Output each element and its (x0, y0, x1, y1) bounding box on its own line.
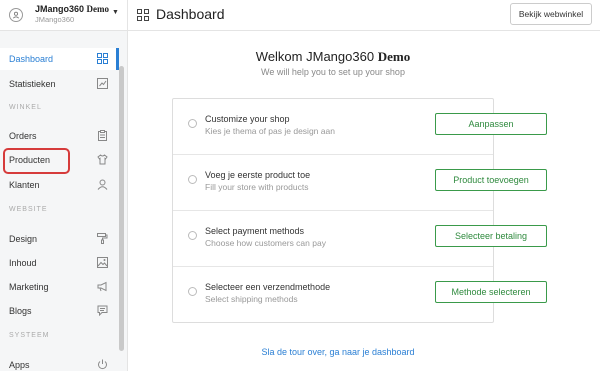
add-product-button[interactable]: Product toevoegen (435, 169, 547, 191)
sidebar-scrollbar[interactable] (119, 66, 124, 351)
sidebar-item-label: Orders (9, 131, 37, 141)
step-radio[interactable] (188, 287, 197, 296)
step-title: Customize your shop (205, 114, 290, 124)
step-title: Selecteer een verzendmethode (205, 282, 331, 292)
chart-icon (97, 78, 108, 89)
account-subtitle: JMango360 (35, 15, 75, 24)
view-store-button[interactable]: Bekijk webwinkel (510, 3, 592, 25)
image-icon (97, 257, 108, 268)
paint-roller-icon (97, 233, 108, 244)
sidebar-item-marketing[interactable]: Marketing (0, 276, 116, 298)
sidebar-item-apps[interactable]: Apps (0, 354, 116, 371)
user-icon (97, 179, 108, 190)
skip-tour-link[interactable]: Sla de tour over, ga naar je dashboard (172, 347, 504, 357)
clipboard-icon (98, 130, 107, 141)
step-subtitle: Choose how customers can pay (205, 238, 326, 248)
sidebar-item-inhoud[interactable]: Inhoud (0, 252, 116, 274)
step-radio[interactable] (188, 231, 197, 240)
producten-highlight-box (3, 148, 70, 174)
sidebar: Dashboard Statistieken WINKEL Orders Pro… (0, 31, 128, 371)
section-label-systeem: SYSTEEM (9, 332, 50, 339)
step-title: Select payment methods (205, 226, 305, 236)
setup-step: Selecteer een verzendmethode Select ship… (173, 267, 547, 323)
setup-step: Customize your shop Kies je thema of pas… (173, 99, 547, 155)
dashboard-grid-icon (137, 9, 149, 21)
chevron-down-icon: ▼ (112, 9, 119, 16)
step-subtitle: Fill your store with products (205, 182, 309, 192)
top-bar: JMango360 Demo JMango360 ▼ Dashboard Bek… (0, 0, 600, 31)
sidebar-item-label: Statistieken (9, 79, 56, 89)
step-title: Voeg je eerste product toe (205, 170, 311, 180)
sidebar-item-orders[interactable]: Orders (0, 125, 116, 147)
sidebar-item-label: Blogs (9, 306, 32, 316)
sidebar-item-label: Marketing (9, 282, 49, 292)
sidebar-item-label: Dashboard (9, 54, 54, 64)
shirt-icon (97, 154, 108, 165)
section-label-winkel: WINKEL (9, 104, 42, 111)
step-subtitle: Select shipping methods (205, 294, 298, 304)
sidebar-item-label: Inhoud (9, 258, 37, 268)
account-name: JMango360 Demo (35, 4, 110, 14)
step-radio[interactable] (188, 119, 197, 128)
power-icon (98, 359, 107, 370)
select-payment-button[interactable]: Selecteer betaling (435, 225, 547, 247)
welcome-subtitle: We will help you to set up your shop (261, 67, 405, 77)
customize-button[interactable]: Aanpassen (435, 113, 547, 135)
setup-step: Voeg je eerste product toe Fill your sto… (173, 155, 547, 211)
sidebar-item-klanten[interactable]: Klanten (0, 174, 116, 196)
section-label-website: WEBSITE (9, 206, 48, 213)
megaphone-icon (97, 281, 107, 292)
sidebar-item-label: Design (9, 234, 38, 244)
avatar-icon (9, 8, 23, 22)
sidebar-item-statistieken[interactable]: Statistieken (0, 73, 116, 95)
sidebar-item-design[interactable]: Design (0, 228, 116, 250)
sidebar-item-label: Apps (9, 360, 30, 370)
sidebar-item-blogs[interactable]: Blogs (0, 300, 116, 322)
select-shipping-button[interactable]: Methode selecteren (435, 281, 547, 303)
comment-icon (97, 305, 108, 316)
sidebar-item-dashboard[interactable]: Dashboard (0, 48, 119, 70)
setup-step: Select payment methods Choose how custom… (173, 211, 547, 267)
setup-steps-card: Customize your shop Kies je thema of pas… (172, 98, 547, 323)
page-title: Dashboard (156, 6, 225, 22)
sidebar-item-label: Klanten (9, 180, 40, 190)
grid-icon (97, 53, 108, 64)
step-subtitle: Kies je thema of pas je design aan (205, 126, 335, 136)
welcome-heading: Welkom JMango360 Demo (255, 49, 411, 64)
account-switcher[interactable]: JMango360 Demo JMango360 ▼ (0, 0, 128, 31)
step-radio[interactable] (188, 175, 197, 184)
